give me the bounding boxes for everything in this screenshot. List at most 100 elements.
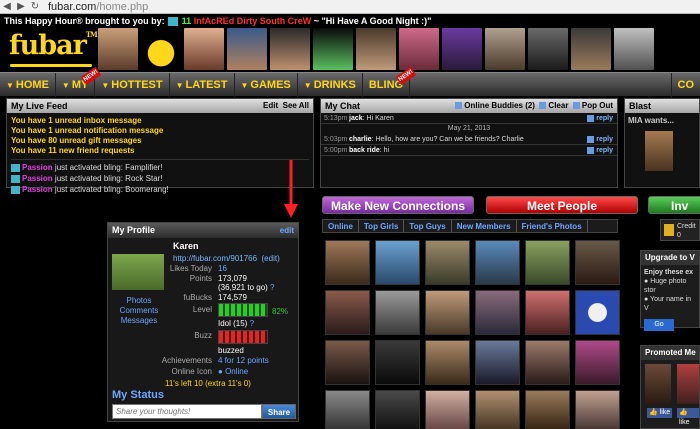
nav-bling[interactable]: BLING NEW! xyxy=(363,66,417,97)
online-icon: ● xyxy=(218,367,223,376)
nav-latest[interactable]: ▼ LATEST xyxy=(170,72,235,97)
nav-more[interactable]: CO xyxy=(670,72,700,97)
forward-icon[interactable]: ▶ xyxy=(14,1,28,13)
featured-photo[interactable] xyxy=(313,28,353,70)
profile-edit-link[interactable]: edit xyxy=(280,223,298,238)
featured-photo[interactable] xyxy=(485,28,525,70)
invite-button[interactable]: Inv xyxy=(648,196,700,214)
reply-button[interactable]: reply xyxy=(587,134,617,144)
tab-online[interactable]: Online xyxy=(323,220,359,232)
member-photo[interactable] xyxy=(525,290,570,335)
alert-gifts[interactable]: You have 80 unread gift messages xyxy=(11,136,309,146)
member-photo[interactable] xyxy=(475,390,520,429)
featured-photo[interactable] xyxy=(528,28,568,70)
promoted-photo[interactable] xyxy=(677,364,699,404)
tab-friends-photos[interactable]: Friend's Photos xyxy=(517,220,588,232)
meet-people-button[interactable]: Meet People xyxy=(486,196,638,214)
online-status[interactable]: ● Online xyxy=(218,367,248,377)
messages-link[interactable]: Messages xyxy=(114,316,164,326)
featured-photo[interactable] xyxy=(270,28,310,70)
member-photo[interactable] xyxy=(525,340,570,385)
member-photo[interactable] xyxy=(375,340,420,385)
like-button[interactable]: 👍 like xyxy=(677,408,699,426)
sponsor-name[interactable]: InfAcREd Dirty South CreW xyxy=(194,16,312,26)
blast-photo[interactable] xyxy=(645,131,673,171)
featured-photo[interactable] xyxy=(614,28,654,70)
nav-hottest[interactable]: ▼ HOTTEST xyxy=(95,72,170,97)
member-photo[interactable] xyxy=(475,340,520,385)
upgrade-go-button[interactable]: Go xyxy=(644,319,674,331)
reply-button[interactable]: reply xyxy=(587,145,617,155)
back-icon[interactable]: ◀ xyxy=(0,1,14,13)
upgrade-header: Upgrade to V xyxy=(641,251,699,265)
buzz-bar-fill xyxy=(219,331,239,343)
url-text[interactable]: fubar.com/home.php xyxy=(48,1,148,13)
feed-edit-link[interactable]: Edit xyxy=(263,101,278,110)
member-photo[interactable] xyxy=(425,390,470,429)
alert-friend-requests[interactable]: You have 11 new friend requests xyxy=(11,146,309,156)
reply-button[interactable]: reply xyxy=(587,113,617,123)
member-photo[interactable] xyxy=(325,240,370,285)
member-photo[interactable] xyxy=(375,240,420,285)
status-input[interactable] xyxy=(112,404,262,419)
beer-mug-icon[interactable] xyxy=(141,28,181,70)
reload-icon[interactable]: ↻ xyxy=(28,1,42,13)
member-photo[interactable] xyxy=(375,290,420,335)
nav-games[interactable]: ▼ GAMES xyxy=(235,72,298,97)
member-photo[interactable] xyxy=(325,290,370,335)
member-photo[interactable] xyxy=(525,240,570,285)
url-edit-link[interactable]: (edit) xyxy=(262,254,280,263)
achievements-value[interactable]: 4 for 12 points xyxy=(218,356,269,366)
featured-photo[interactable] xyxy=(356,28,396,70)
chat-panel: My Chat Online Buddies (2) Clear Pop Out… xyxy=(320,98,618,188)
member-photo[interactable] xyxy=(575,290,620,335)
alert-inbox[interactable]: You have 1 unread inbox message xyxy=(11,116,309,126)
member-photo[interactable] xyxy=(325,390,370,429)
member-photo[interactable] xyxy=(575,340,620,385)
member-photo[interactable] xyxy=(475,290,520,335)
member-photo[interactable] xyxy=(425,290,470,335)
credits-box[interactable]: Credit 0 xyxy=(660,219,700,241)
featured-photo[interactable] xyxy=(227,28,267,70)
member-photo[interactable] xyxy=(575,390,620,429)
make-new-connections-button[interactable]: Make New Connections xyxy=(322,196,474,214)
online-icon-label: Online Icon xyxy=(171,367,212,376)
tab-top-guys[interactable]: Top Guys xyxy=(404,220,452,232)
level-value: Idol (15) ? xyxy=(218,319,255,328)
member-photo[interactable] xyxy=(425,240,470,285)
nav-my[interactable]: ▼ MY NEW! xyxy=(56,66,102,97)
chat-clear-link[interactable]: Clear xyxy=(548,101,568,110)
online-buddies-link[interactable]: Online Buddies (2) xyxy=(464,101,535,110)
featured-photo[interactable] xyxy=(184,28,224,70)
blast-text[interactable]: MIA wants... xyxy=(625,113,699,128)
profile-avatar[interactable] xyxy=(112,254,164,290)
fubar-logo[interactable]: fubarTM xyxy=(9,30,98,61)
member-photo[interactable] xyxy=(525,390,570,429)
upgrade-panel: Upgrade to V Enjoy these ex ● Huge photo… xyxy=(640,250,700,331)
member-photo[interactable] xyxy=(375,390,420,429)
browser-address-bar[interactable]: ◀ ▶ ↻ fubar.com/home.php xyxy=(0,0,700,14)
photos-link[interactable]: Photos xyxy=(114,296,164,306)
alert-notification[interactable]: You have 1 unread notification message xyxy=(11,126,309,136)
member-photo[interactable] xyxy=(425,340,470,385)
featured-photo[interactable] xyxy=(399,28,439,70)
chat-popout-link[interactable]: Pop Out xyxy=(582,101,613,110)
list-item: Passion just activated bling: Boomerang! xyxy=(11,184,309,195)
list-item: Passion just activated bling: Rock Star! xyxy=(11,173,309,184)
like-button[interactable]: 👍 like xyxy=(647,408,673,418)
member-photo[interactable] xyxy=(325,340,370,385)
member-photo[interactable] xyxy=(475,240,520,285)
nav-drinks[interactable]: ▼ DRINKS xyxy=(298,72,363,97)
sponsor-badge-icon xyxy=(168,17,179,27)
member-photo[interactable] xyxy=(575,240,620,285)
tab-top-girls[interactable]: Top Girls xyxy=(359,220,405,232)
featured-photo[interactable] xyxy=(98,28,138,70)
comments-link[interactable]: Comments xyxy=(114,306,164,316)
promoted-photo[interactable] xyxy=(645,364,671,404)
share-button[interactable]: Share xyxy=(262,404,296,419)
featured-photo[interactable] xyxy=(442,28,482,70)
nav-home[interactable]: ▼ HOME xyxy=(0,72,56,97)
tab-new-members[interactable]: New Members xyxy=(452,220,517,232)
featured-photo[interactable] xyxy=(571,28,611,70)
feed-see-all-link[interactable]: See All xyxy=(283,101,309,110)
